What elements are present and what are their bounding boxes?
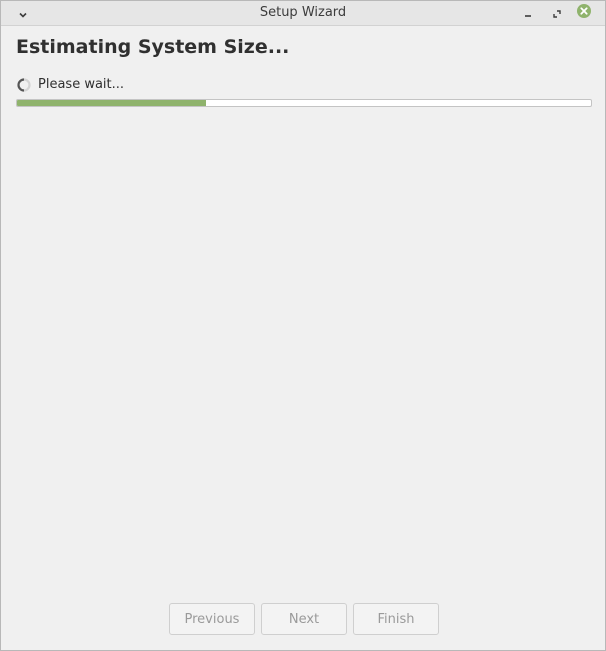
page-title: Estimating System Size...: [16, 36, 290, 58]
window-title: Setup Wizard: [259, 5, 347, 20]
maximize-button[interactable]: [549, 5, 565, 21]
status-row: Please wait...: [16, 77, 124, 93]
maximize-icon: [552, 4, 562, 23]
next-button[interactable]: Next: [261, 603, 347, 635]
previous-button[interactable]: Previous: [169, 603, 255, 635]
title-bar: Setup Wizard: [1, 1, 605, 26]
progress-bar-fill: [17, 100, 207, 106]
window-menu-button[interactable]: [15, 5, 31, 21]
finish-button[interactable]: Finish: [353, 603, 439, 635]
status-text: Please wait...: [38, 77, 125, 92]
chevron-down-icon: [18, 4, 28, 23]
minimize-icon: [523, 4, 533, 23]
close-button[interactable]: [576, 3, 592, 23]
minimize-button[interactable]: [520, 5, 536, 21]
close-icon: [576, 3, 592, 23]
progress-bar: [16, 99, 592, 107]
setup-wizard-window: Setup Wizard Estimating System Size... P…: [0, 0, 606, 651]
spinner-icon: [16, 77, 32, 93]
